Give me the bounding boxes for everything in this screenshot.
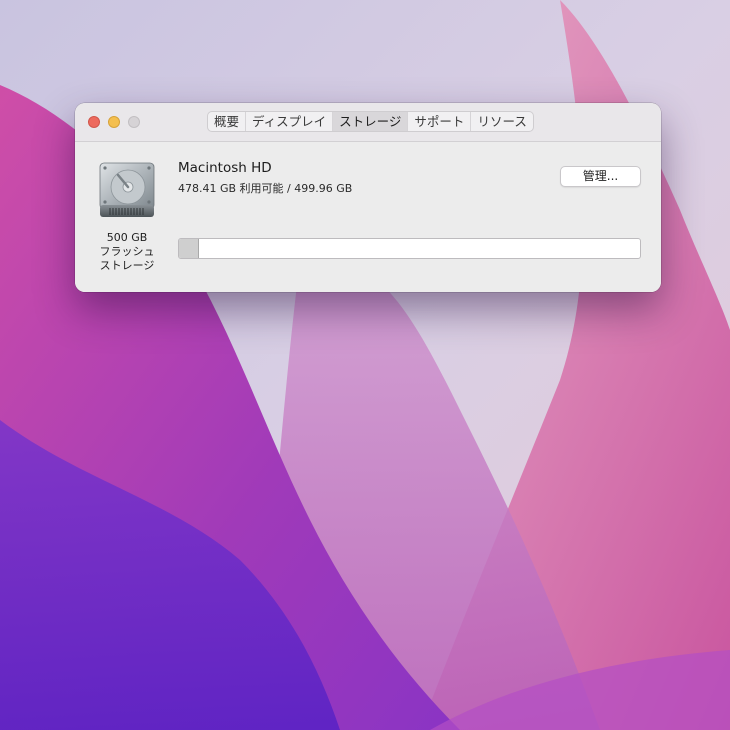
- tab-overview[interactable]: 概要: [208, 112, 247, 131]
- zoom-button: [128, 116, 140, 128]
- drive-type-line2: ストレージ: [99, 259, 155, 272]
- drive-type-line1: フラッシュ: [99, 245, 155, 258]
- tab-bar: 概要 ディスプレイ ストレージ サポート リソース: [207, 111, 534, 132]
- hard-drive-icon: [99, 162, 155, 217]
- title-bar: 概要 ディスプレイ ストレージ サポート リソース: [75, 103, 661, 142]
- close-button[interactable]: [88, 116, 100, 128]
- tab-storage[interactable]: ストレージ: [333, 112, 409, 131]
- about-this-mac-window: 概要 ディスプレイ ストレージ サポート リソース 500 GB フラッシュ ス…: [75, 103, 661, 292]
- tab-resources[interactable]: リソース: [471, 112, 532, 131]
- tab-displays[interactable]: ディスプレイ: [246, 112, 334, 131]
- drive-capacity: 500 GB: [106, 231, 148, 244]
- storage-panel: 500 GB フラッシュ ストレージ Macintosh HD 478.41 G…: [75, 142, 661, 292]
- manage-button[interactable]: 管理...: [560, 166, 641, 187]
- storage-usage-bar: [178, 238, 641, 259]
- volume-availability: 478.41 GB 利用可能 / 499.96 GB: [178, 182, 353, 195]
- volume-name: Macintosh HD: [178, 160, 272, 176]
- drive-caption: 500 GB フラッシュ ストレージ: [87, 231, 167, 273]
- tab-support[interactable]: サポート: [408, 112, 472, 131]
- minimize-button[interactable]: [108, 116, 120, 128]
- storage-used-segment: [179, 239, 199, 258]
